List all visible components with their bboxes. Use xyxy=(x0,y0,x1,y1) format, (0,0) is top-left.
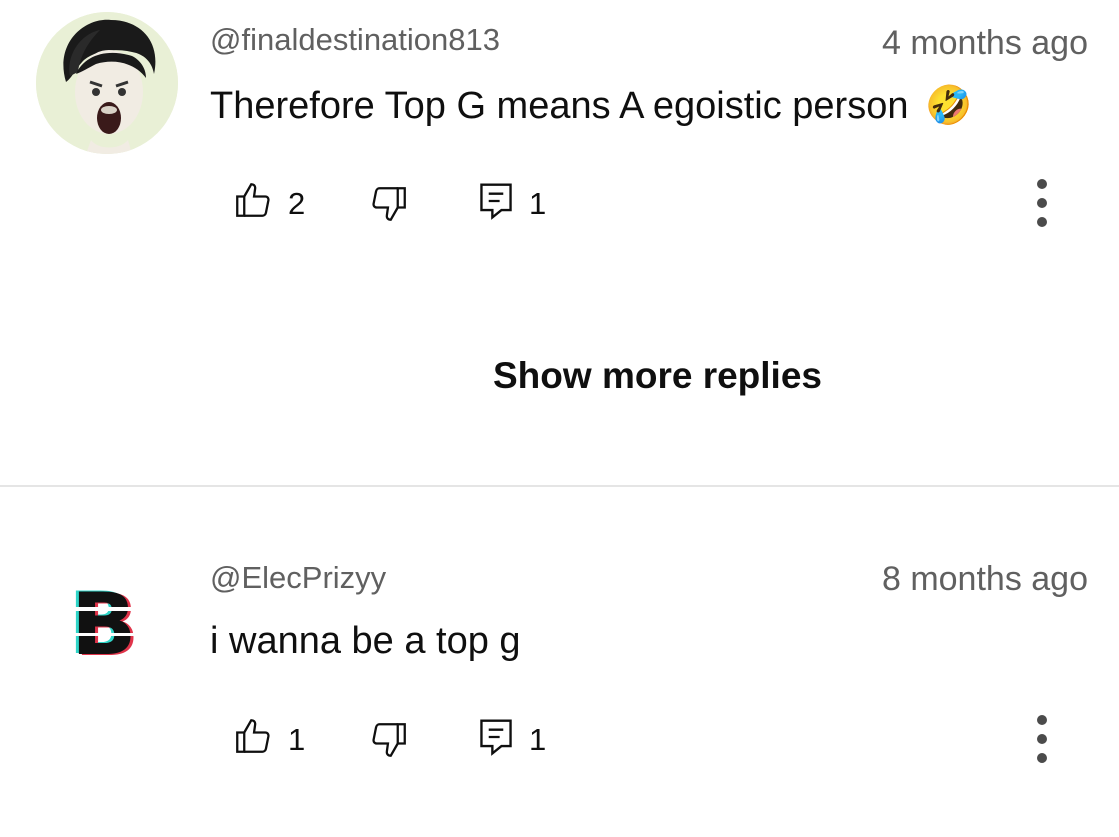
comment-body: Therefore Top G means A egoistic person xyxy=(210,85,909,127)
dot xyxy=(1037,198,1047,208)
dot xyxy=(1037,734,1047,744)
reply-count[interactable]: 1 xyxy=(529,722,546,758)
comment-timestamp: 8 months ago xyxy=(881,560,1088,598)
more-options-button[interactable] xyxy=(1030,715,1054,772)
dot xyxy=(1037,179,1047,189)
comment-text: i wanna be a top g xyxy=(210,620,521,663)
more-options-button[interactable] xyxy=(1030,179,1054,236)
comment-item: @finaldestination813 4 months ago Theref… xyxy=(0,0,1119,300)
thumbs-up-icon xyxy=(236,719,270,753)
thumbs-up-icon xyxy=(236,183,270,217)
dislike-button[interactable] xyxy=(368,719,410,766)
comment-actions: 2 1 xyxy=(0,173,1119,233)
comment-item: B B B @ElecPrizyy 8 months ago i wanna b… xyxy=(0,537,1119,837)
comment-actions: 1 1 xyxy=(0,709,1119,769)
thumbs-down-icon xyxy=(372,723,406,757)
comment-author-handle[interactable]: @ElecPrizyy xyxy=(210,560,386,596)
comment-text: Therefore Top G means A egoistic person … xyxy=(210,84,972,128)
avatar[interactable] xyxy=(36,12,178,154)
like-count: 2 xyxy=(288,186,306,221)
like-button[interactable] xyxy=(232,179,274,226)
reply-button[interactable] xyxy=(476,715,516,764)
reply-comment-icon xyxy=(480,719,512,756)
divider xyxy=(0,485,1119,487)
rolling-laughing-emoji: 🤣 xyxy=(925,85,973,127)
like-count: 1 xyxy=(288,722,306,757)
dot xyxy=(1037,715,1047,725)
like-button[interactable] xyxy=(232,715,274,762)
show-more-replies-button[interactable]: Show more replies xyxy=(0,355,1119,397)
comment-timestamp: 4 months ago xyxy=(881,24,1088,62)
dot xyxy=(1037,217,1047,227)
reply-button[interactable] xyxy=(476,179,516,228)
thumbs-down-icon xyxy=(372,187,406,221)
reply-count[interactable]: 1 xyxy=(529,186,546,222)
dot xyxy=(1037,753,1047,763)
glitch-letter-icon: B B B xyxy=(62,574,156,676)
reply-comment-icon xyxy=(480,183,512,220)
screaming-face-icon xyxy=(36,12,178,154)
comment-body: i wanna be a top g xyxy=(210,620,521,662)
avatar[interactable]: B B B xyxy=(62,573,156,676)
avatar-letter: B xyxy=(71,575,137,667)
dislike-button[interactable] xyxy=(368,183,410,230)
comment-author-handle[interactable]: @finaldestination813 xyxy=(210,22,500,58)
